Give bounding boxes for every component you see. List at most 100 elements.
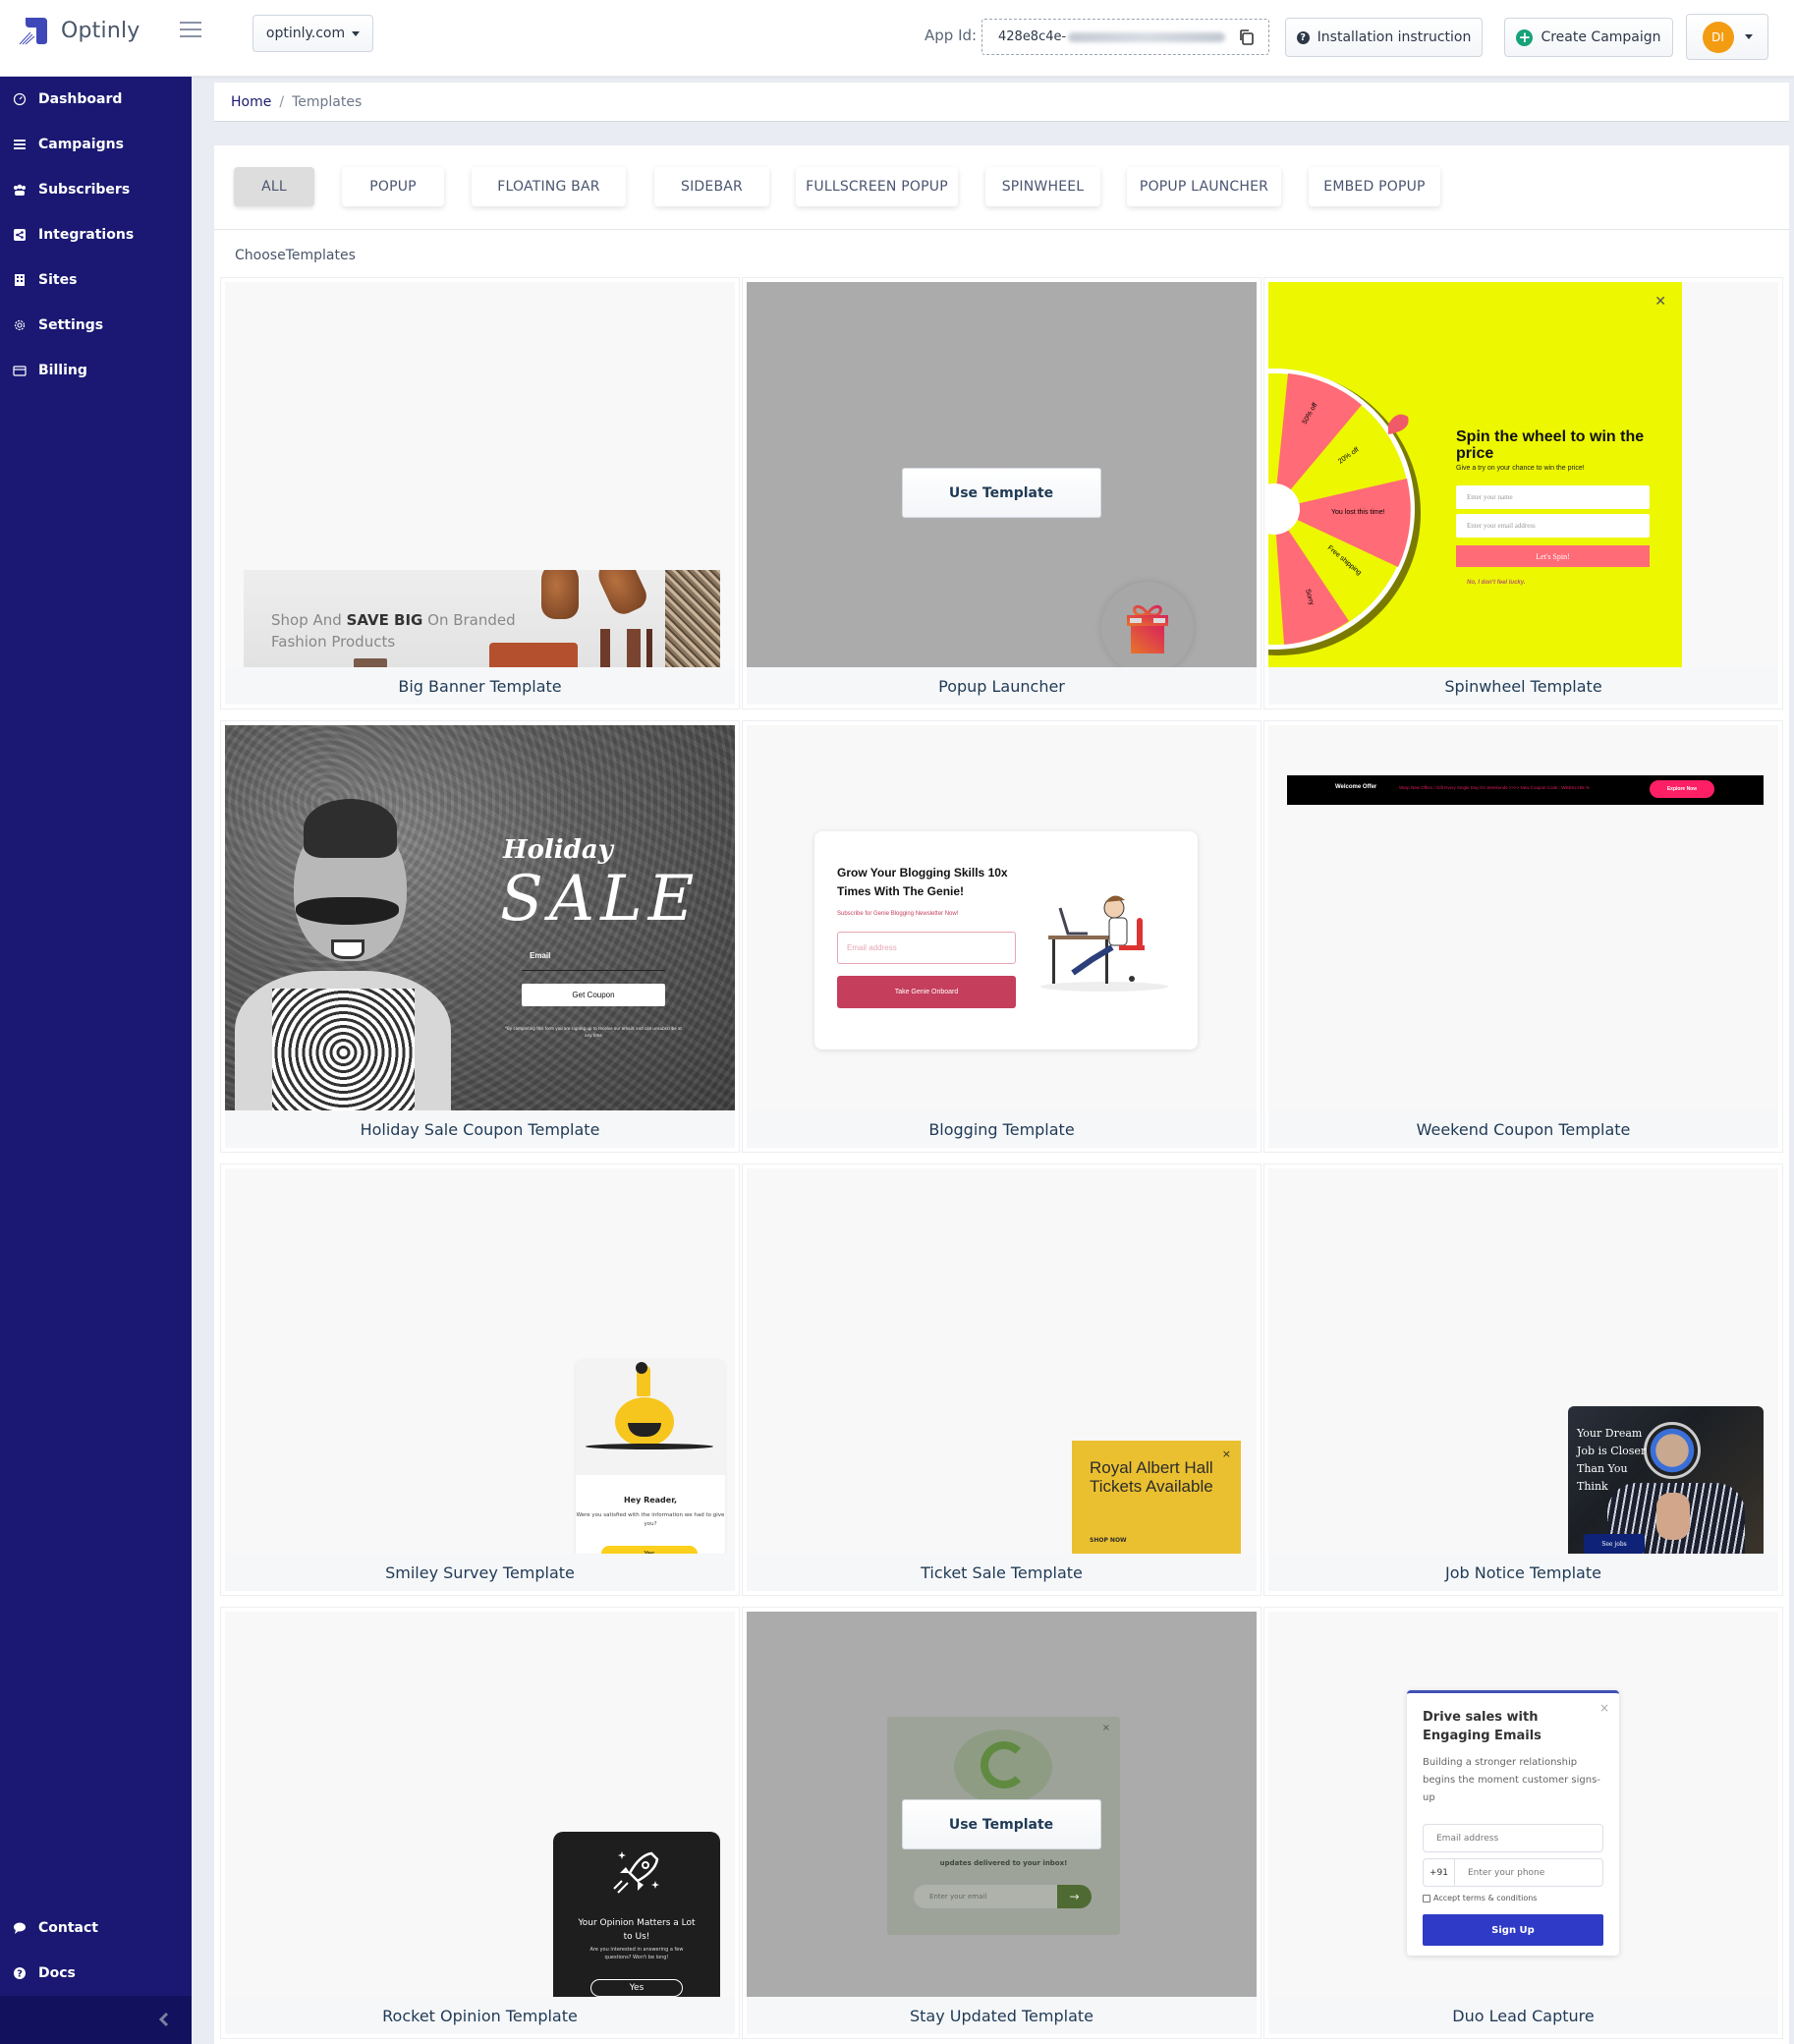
blog-email-input: Email address (837, 932, 1016, 964)
spin-button: Let's Spin! (1456, 545, 1650, 567)
duo-signup-button: Sign Up (1423, 1914, 1603, 1946)
use-template-button[interactable]: Use Template (901, 1799, 1101, 1849)
top-header: Optinly optinly.com App Id: 428e8c4e- ? … (0, 0, 1794, 77)
logo[interactable]: Optinly (18, 14, 140, 47)
template-title: Big Banner Template (225, 667, 735, 705)
caret-down-icon (352, 30, 361, 36)
create-campaign-button[interactable]: + Create Campaign (1504, 18, 1673, 57)
template-card-rocket-opinion[interactable]: Your Opinion Matters a Lot to Us! Are yo… (220, 1607, 740, 2039)
spin-wheel: 50% off 20% off You lost this time! Free… (1268, 369, 1421, 655)
rocket-preview: Your Opinion Matters a Lot to Us! Are yo… (553, 1832, 720, 1998)
ticket-preview: × Royal Albert Hall Tickets Available SH… (1072, 1441, 1241, 1555)
template-card-spinwheel[interactable]: 50% off 20% off You lost this time! Free… (1263, 277, 1783, 710)
chevron-left-icon[interactable] (154, 2010, 174, 2029)
duo-email-input: Email address (1423, 1824, 1603, 1852)
sidebar-collapse-bar (0, 1996, 192, 2044)
job-preview: Your Dream Job is Closer Than You Think … (1568, 1406, 1764, 1555)
job-headline: Your Dream Job is Closer Than You Think (1577, 1427, 1647, 1493)
arrow-right-icon: → (1057, 1885, 1092, 1908)
breadcrumb-current: Templates (292, 93, 363, 110)
tab-popup[interactable]: POPUP (342, 167, 444, 206)
weekend-message: Warp New Offers / Gift Every Single Day … (1399, 785, 1590, 790)
app-id-field[interactable]: 428e8c4e- (981, 19, 1269, 55)
sidebar-item-contact[interactable]: Contact (0, 1908, 192, 1948)
template-card-blogging[interactable]: Grow Your Blogging Skills 10x Times With… (742, 720, 1261, 1153)
template-preview: × Royal Albert Hall Tickets Available SH… (747, 1168, 1257, 1555)
template-preview: × updates delivered to your inbox! Enter… (747, 1612, 1257, 1998)
banner-preview: Shop And SAVE BIG On Branded Fashion Pro… (244, 570, 720, 668)
template-title: Ticket Sale Template (747, 1554, 1257, 1591)
template-card-smiley-survey[interactable]: Hey Reader, Were you satisfied with the … (220, 1164, 740, 1596)
spin-subtitle: Give a try on your chance to win the pri… (1456, 465, 1585, 472)
template-card-stay-updated[interactable]: × updates delivered to your inbox! Enter… (742, 1607, 1261, 2039)
breadcrumb-home-link[interactable]: Home (231, 94, 271, 110)
tab-floating-bar[interactable]: FLOATING BAR (472, 167, 626, 206)
close-icon: × (1598, 1701, 1609, 1715)
holiday-coupon-button: Get Coupon (522, 984, 665, 1006)
template-card-popup-launcher[interactable]: Use Template Popup Launcher (742, 277, 1261, 710)
user-menu-button[interactable]: DI (1686, 14, 1768, 60)
sidebar-item-subscribers[interactable]: Subscribers (0, 170, 192, 209)
sidebar-item-campaigns[interactable]: Campaigns (0, 125, 192, 164)
tab-all[interactable]: ALL (234, 167, 314, 206)
sidebar-item-label: Campaigns (38, 137, 124, 152)
template-card-job-notice[interactable]: Your Dream Job is Closer Than You Think … (1263, 1164, 1783, 1596)
woman-mouth (331, 939, 364, 959)
smiley-preview: Hey Reader, Were you satisfied with the … (576, 1360, 725, 1555)
credit-card-icon (13, 366, 27, 376)
spin-email-input: Enter your email address (1456, 514, 1650, 538)
sidebar-item-dashboard[interactable]: Dashboard (0, 80, 192, 119)
share-icon (14, 229, 26, 241)
template-card-duo-lead[interactable]: × Drive sales with Engaging Emails Build… (1263, 1607, 1783, 2039)
tab-spinwheel[interactable]: SPINWHEEL (985, 167, 1100, 206)
sidebar-item-label: Subscribers (38, 182, 131, 198)
app-id-value: 428e8c4e- (998, 29, 1067, 44)
sidebar-item-label: Docs (38, 1965, 76, 1981)
shoe-image (541, 570, 579, 619)
brand-name: Optinly (61, 18, 140, 43)
sidebar-item-settings[interactable]: Settings (0, 306, 192, 345)
tab-sidebar[interactable]: SIDEBAR (654, 167, 769, 206)
sidebar-item-billing[interactable]: Billing (0, 351, 192, 390)
use-template-button[interactable]: Use Template (901, 468, 1101, 518)
sidebar-item-sites[interactable]: Sites (0, 260, 192, 300)
copy-icon[interactable] (1238, 28, 1255, 46)
dashboard-icon (13, 92, 27, 106)
template-preview: Welcome Offer Warp New Offers / Gift Eve… (1268, 725, 1778, 1111)
template-card-weekend-coupon[interactable]: Welcome Offer Warp New Offers / Gift Eve… (1263, 720, 1783, 1153)
country-code: +91 (1424, 1859, 1455, 1886)
breadcrumb: Home / Templates (214, 83, 1789, 122)
clothing-image (489, 643, 578, 668)
sidebar-item-label: Billing (38, 363, 87, 378)
smiley-question: Were you satisfied with the information … (576, 1512, 725, 1527)
installation-instruction-button[interactable]: ? Installation instruction (1285, 18, 1483, 57)
template-card-ticket-sale[interactable]: × Royal Albert Hall Tickets Available SH… (742, 1164, 1261, 1596)
sidebar-item-docs[interactable]: ? Docs (0, 1954, 192, 1993)
weekend-button: Explore Now (1650, 780, 1714, 798)
menu-toggle-icon[interactable] (180, 22, 201, 39)
template-title: Holiday Sale Coupon Template (225, 1110, 735, 1148)
users-icon (14, 184, 26, 196)
template-card-big-banner[interactable]: Shop And SAVE BIG On Branded Fashion Pro… (220, 277, 740, 710)
template-preview: 50% off 20% off You lost this time! Free… (1268, 282, 1778, 668)
blog-preview: Grow Your Blogging Skills 10x Times With… (814, 831, 1198, 1050)
tab-popup-launcher[interactable]: POPUP LAUNCHER (1127, 167, 1281, 206)
ticket-title: Royal Albert Hall Tickets Available (1090, 1458, 1213, 1496)
tab-fullscreen-popup[interactable]: FULLSCREEN POPUP (796, 167, 958, 206)
tab-embed-popup[interactable]: EMBED POPUP (1309, 167, 1440, 206)
list-icon (14, 140, 26, 149)
phone-placeholder: Enter your phone (1468, 1867, 1545, 1878)
launcher-bubble (1101, 582, 1194, 668)
plus-circle-icon: + (1516, 28, 1534, 46)
sidebar-item-integrations[interactable]: Integrations (0, 215, 192, 255)
installation-instruction-label: Installation instruction (1317, 29, 1472, 45)
blog-title: Grow Your Blogging Skills 10x Times With… (837, 866, 1008, 898)
template-card-holiday-sale[interactable]: Holiday SALE Email Get Coupon *By comple… (220, 720, 740, 1153)
blog-subtitle: Subscribe for Genie Blogging Newsletter … (837, 911, 959, 917)
template-title: Popup Launcher (747, 667, 1257, 705)
banner-text-line2: Fashion Products (271, 633, 396, 651)
svg-text:?: ? (17, 1969, 23, 1980)
site-selector-dropdown[interactable]: optinly.com (252, 15, 373, 52)
template-title: Blogging Template (747, 1110, 1257, 1148)
duo-terms: Accept terms & conditions (1423, 1894, 1537, 1902)
